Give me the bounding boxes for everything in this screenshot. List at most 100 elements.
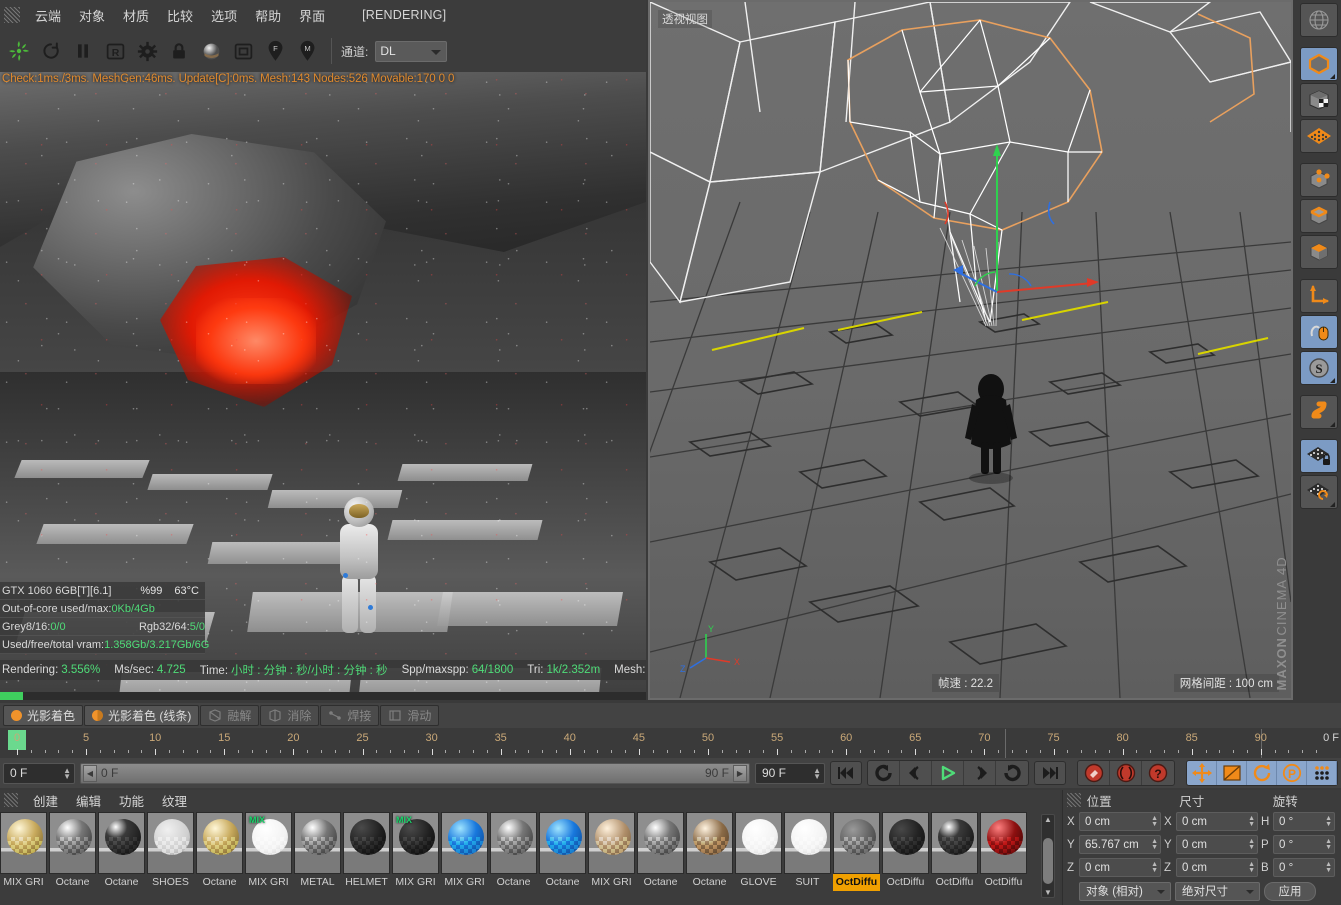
workplane-lock-icon[interactable]	[1299, 439, 1338, 473]
points-mode-icon[interactable]	[1299, 163, 1338, 197]
axis-modify-icon[interactable]	[1299, 279, 1338, 313]
size-z-field[interactable]: 0 cm ▲ ▼	[1176, 858, 1258, 877]
tool-slide[interactable]: 滑动	[380, 705, 440, 726]
spinner-icon[interactable]: ▲ ▼	[1151, 861, 1158, 874]
step-back-keyframe-button[interactable]	[868, 761, 900, 785]
autokey-button[interactable]	[1110, 761, 1142, 785]
material-swatch[interactable]: OctDiffu	[882, 812, 929, 897]
coord-mode-size-select[interactable]: 绝对尺寸	[1175, 881, 1260, 901]
rotate-tool-button[interactable]	[1247, 761, 1277, 785]
preview-range-bar[interactable]: ◀ 0 F 90 F ▶	[80, 762, 750, 784]
spinner-icon[interactable]: ▲ ▼	[1248, 861, 1255, 874]
tool-shaded-lines[interactable]: 光影着色 (线条)	[84, 705, 200, 726]
menu-item-object[interactable]: 对象	[70, 3, 114, 28]
material-swatch[interactable]: Octane	[539, 812, 586, 897]
size-y-field[interactable]: 0 cm ▲ ▼	[1176, 835, 1258, 854]
spinner-icon[interactable]: ▲ ▼	[1325, 861, 1332, 874]
position-x-field[interactable]: 0 cm ▲ ▼	[1079, 812, 1161, 831]
material-preview[interactable]	[784, 812, 831, 874]
material-preview[interactable]	[49, 812, 96, 874]
max-frame-field[interactable]: 90 F ▲ ▼	[755, 762, 825, 784]
material-preview[interactable]	[98, 812, 145, 874]
material-swatch[interactable]: Octane	[49, 812, 96, 897]
object-mode-icon[interactable]	[1299, 47, 1338, 81]
live-selection-icon[interactable]	[1299, 3, 1338, 37]
menu-item-help[interactable]: 帮助	[246, 3, 290, 28]
material-swatch[interactable]: Octane	[637, 812, 684, 897]
material-menu-texture[interactable]: 纹理	[153, 789, 196, 812]
channel-select[interactable]: DL	[375, 40, 448, 62]
rotation-p-field[interactable]: 0 ° ▲ ▼	[1273, 835, 1335, 854]
menu-item-interface[interactable]: 界面	[290, 3, 334, 28]
rotation-h-field[interactable]: 0 ° ▲ ▼	[1273, 812, 1335, 831]
step-back-frame-button[interactable]	[900, 761, 932, 785]
workplane-rotate-icon[interactable]	[1299, 475, 1338, 509]
material-menu-edit[interactable]: 编辑	[67, 789, 110, 812]
position-y-field[interactable]: 65.767 cm ▲ ▼	[1079, 835, 1161, 854]
material-swatch[interactable]: MIX GRI	[588, 812, 635, 897]
go-to-start-button[interactable]	[830, 761, 862, 785]
coord-mode-object-select[interactable]: 对象 (相对)	[1079, 881, 1171, 901]
material-swatch[interactable]: METAL	[294, 812, 341, 897]
material-preview[interactable]	[882, 812, 929, 874]
viewport-canvas[interactable]: Y X Z 透视视图 帧速 : 22.2 网格间距 : 100 cm MAXON…	[650, 2, 1291, 698]
scroll-down-icon[interactable]: ▼	[1044, 888, 1052, 897]
viewport-solo-icon[interactable]	[1299, 315, 1338, 349]
octane-logo-icon[interactable]	[4, 36, 34, 66]
tool-dissolve[interactable]: 消除	[260, 705, 320, 726]
panel-grip-icon[interactable]	[4, 7, 20, 23]
material-swatch[interactable]: HELMET	[343, 812, 390, 897]
menu-item-compare[interactable]: 比较	[158, 3, 202, 28]
workplane-icon[interactable]	[1299, 119, 1338, 153]
magnet-icon[interactable]	[1299, 395, 1338, 429]
material-swatch[interactable]: GLOVE	[735, 812, 782, 897]
material-swatch[interactable]: OctDiffu	[980, 812, 1027, 897]
material-swatch[interactable]: MIX GRI	[0, 812, 47, 897]
texture-mode-icon[interactable]	[1299, 83, 1338, 117]
material-preview[interactable]	[588, 812, 635, 874]
move-tool-button[interactable]	[1187, 761, 1217, 785]
spinner-icon[interactable]: ▲ ▼	[63, 766, 71, 780]
panel-grip-icon[interactable]	[1067, 793, 1081, 807]
current-frame-field[interactable]: 0 F ▲ ▼	[3, 762, 75, 784]
material-preview[interactable]: MIX	[245, 812, 292, 874]
scale-tool-button[interactable]	[1217, 761, 1247, 785]
step-forward-frame-button[interactable]	[964, 761, 996, 785]
material-preview[interactable]	[980, 812, 1027, 874]
spinner-icon[interactable]: ▲ ▼	[1151, 838, 1158, 851]
tool-shaded[interactable]: 光影着色	[3, 705, 84, 726]
material-preview[interactable]	[147, 812, 194, 874]
menu-item-cloud[interactable]: 云端	[26, 3, 70, 28]
keyframe-grid-button[interactable]	[1307, 761, 1337, 785]
material-preview[interactable]	[490, 812, 537, 874]
material-preview[interactable]	[931, 812, 978, 874]
tool-weld[interactable]: 焊接	[320, 705, 380, 726]
material-sphere-icon[interactable]	[196, 36, 226, 66]
render-preview-image[interactable]: Check:1ms./3ms. MeshGen:46ms. Update[C]:…	[0, 72, 646, 700]
material-swatch[interactable]: MIX GRI	[441, 812, 488, 897]
material-swatch[interactable]: OctDiffu	[931, 812, 978, 897]
material-swatch[interactable]: MIX MIX GRI	[245, 812, 292, 897]
play-button[interactable]	[932, 761, 964, 785]
material-preview[interactable]	[735, 812, 782, 874]
material-swatch[interactable]: Octane	[98, 812, 145, 897]
focus-picker-icon[interactable]: F	[260, 36, 290, 66]
menu-item-material[interactable]: 材质	[114, 3, 158, 28]
position-lock-button[interactable]: P	[1277, 761, 1307, 785]
material-menu-create[interactable]: 创建	[24, 789, 67, 812]
material-preview[interactable]	[0, 812, 47, 874]
perspective-viewport[interactable]: Y X Z 透视视图 帧速 : 22.2 网格间距 : 100 cm MAXON…	[648, 0, 1293, 700]
material-preview[interactable]	[539, 812, 586, 874]
material-swatch[interactable]: SHOES	[147, 812, 194, 897]
region-render-icon[interactable]: R	[100, 36, 130, 66]
go-to-end-button[interactable]	[1034, 761, 1066, 785]
material-swatch[interactable]: OctDiffu	[833, 812, 880, 897]
pause-render-icon[interactable]	[68, 36, 98, 66]
solo-single-icon[interactable]: S	[1299, 351, 1338, 385]
keyframe-selection-button[interactable]: ?	[1142, 761, 1174, 785]
material-preview[interactable]	[686, 812, 733, 874]
material-swatch-strip[interactable]: MIX GRI Octane Octane SHOES Octane MIX MIX GRI…	[0, 812, 1033, 900]
material-preview[interactable]	[196, 812, 243, 874]
material-preview[interactable]	[294, 812, 341, 874]
position-z-field[interactable]: 0 cm ▲ ▼	[1079, 858, 1161, 877]
